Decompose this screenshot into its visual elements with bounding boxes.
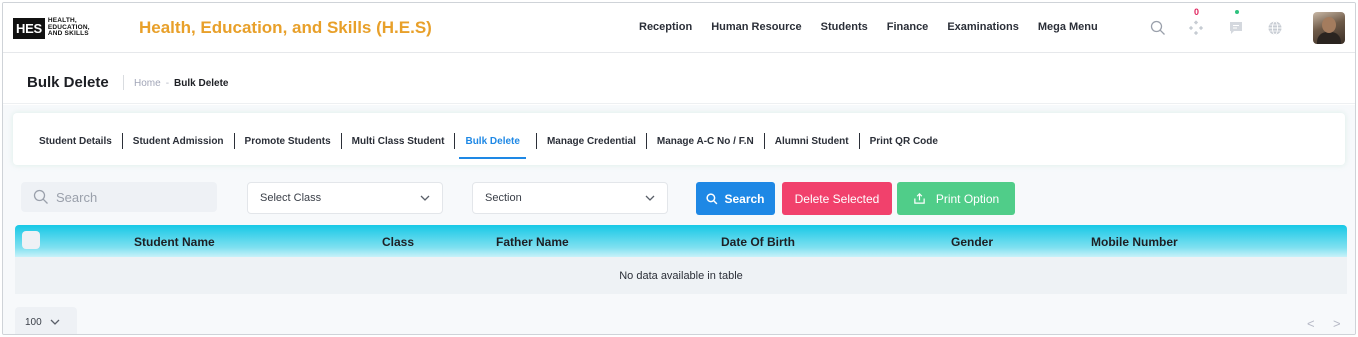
- apps-icon[interactable]: [1187, 19, 1205, 37]
- table-empty-row: No data available in table: [15, 257, 1347, 294]
- col-gender[interactable]: Gender: [951, 235, 993, 249]
- tab-multi-class-student[interactable]: Multi Class Student: [352, 136, 445, 147]
- class-select-value: Select Class: [260, 192, 322, 204]
- pagination-prev[interactable]: <: [1307, 316, 1315, 331]
- chevron-down-icon: [420, 195, 430, 201]
- top-navbar: HES HEALTH, EDUCATION, AND SKILLS Health…: [3, 3, 1355, 53]
- search-input[interactable]: Search: [21, 182, 217, 212]
- class-select[interactable]: Select Class: [247, 182, 443, 214]
- search-icon: [33, 189, 48, 204]
- chevron-down-icon: [50, 319, 60, 325]
- tab-divider: [763, 133, 765, 149]
- chat-icon[interactable]: [1227, 19, 1245, 37]
- tab-divider: [233, 133, 235, 149]
- student-tabs-card: Student Details Student Admission Promot…: [13, 113, 1345, 165]
- search-placeholder: Search: [56, 189, 98, 205]
- tab-promote-students[interactable]: Promote Students: [245, 136, 331, 147]
- nav-students[interactable]: Students: [821, 21, 868, 33]
- tab-divider: [454, 133, 456, 149]
- page-toolbar: Bulk Delete Home - Bulk Delete: [3, 54, 1355, 104]
- col-student-name[interactable]: Student Name: [134, 235, 215, 249]
- section-select[interactable]: Section: [472, 182, 668, 214]
- student-tabs: Student Details Student Admission Promot…: [39, 133, 938, 159]
- upload-icon: [914, 193, 925, 204]
- col-class[interactable]: Class: [382, 235, 414, 249]
- avatar[interactable]: [1313, 12, 1345, 44]
- online-dot: [1235, 10, 1239, 14]
- section-select-value: Section: [485, 192, 522, 204]
- breadcrumb-separator: -: [165, 78, 170, 89]
- table-header: Student Name Class Father Name Date Of B…: [15, 225, 1347, 257]
- col-date-of-birth[interactable]: Date Of Birth: [721, 235, 795, 249]
- logo-wordmark: HEALTH, EDUCATION, AND SKILLS: [47, 17, 90, 38]
- tab-divider: [858, 133, 860, 149]
- delete-selected-button[interactable]: Delete Selected: [782, 182, 892, 215]
- breadcrumb-current: Bulk Delete: [174, 78, 229, 89]
- app-window: HES HEALTH, EDUCATION, AND SKILLS Health…: [2, 2, 1356, 335]
- tab-manage-credential[interactable]: Manage Credential: [547, 136, 636, 147]
- tab-bulk-delete[interactable]: Bulk Delete: [459, 136, 527, 159]
- tab-manage-ac-no[interactable]: Manage A-C No / F.N: [657, 136, 754, 147]
- breadcrumb-home[interactable]: Home: [134, 78, 161, 89]
- nav-examinations[interactable]: Examinations: [947, 21, 1019, 33]
- delete-button-label: Delete Selected: [794, 191, 880, 206]
- logo-mark: HES: [13, 17, 45, 39]
- page-size-select[interactable]: 100: [15, 307, 77, 334]
- tab-student-details[interactable]: Student Details: [39, 136, 112, 147]
- main-content: Student Details Student Admission Promot…: [3, 105, 1355, 334]
- nav-mega-menu[interactable]: Mega Menu: [1038, 21, 1098, 33]
- col-mobile-number[interactable]: Mobile Number: [1091, 235, 1178, 249]
- filter-bar: Search Select Class Section Search Delet…: [3, 177, 1355, 217]
- search-icon[interactable]: [1149, 19, 1167, 37]
- nav-reception[interactable]: Reception: [639, 21, 692, 33]
- tab-alumni-student[interactable]: Alumni Student: [775, 136, 849, 147]
- toolbar-divider: [123, 75, 124, 90]
- tab-divider: [121, 133, 123, 149]
- tab-divider: [645, 133, 647, 149]
- breadcrumb: Home - Bulk Delete: [134, 78, 229, 89]
- col-father-name[interactable]: Father Name: [496, 235, 569, 249]
- app-title: Health, Education, and Skills (H.E.S): [139, 18, 432, 37]
- search-icon: [706, 192, 718, 204]
- nav-human-resource[interactable]: Human Resource: [711, 21, 801, 33]
- select-all-checkbox[interactable]: [22, 231, 40, 249]
- tab-student-admission[interactable]: Student Admission: [133, 136, 224, 147]
- pagination-next[interactable]: >: [1333, 316, 1341, 331]
- print-button-label: Print Option: [935, 191, 1000, 206]
- search-button-label: Search: [724, 191, 765, 206]
- print-option-button[interactable]: Print Option: [897, 182, 1015, 215]
- tab-divider: [535, 133, 537, 149]
- tab-print-qr-code[interactable]: Print QR Code: [870, 136, 938, 147]
- tab-divider: [340, 133, 342, 149]
- globe-icon[interactable]: [1266, 19, 1284, 37]
- nav-finance[interactable]: Finance: [887, 21, 929, 33]
- top-nav-menu: Reception Human Resource Students Financ…: [639, 21, 1117, 33]
- chevron-down-icon: [645, 195, 655, 201]
- logo[interactable]: HES HEALTH, EDUCATION, AND SKILLS: [13, 16, 90, 40]
- page-size-value: 100: [25, 316, 42, 328]
- notification-badge: 0: [1194, 7, 1200, 17]
- search-button[interactable]: Search: [696, 182, 775, 215]
- page-title: Bulk Delete: [27, 74, 109, 91]
